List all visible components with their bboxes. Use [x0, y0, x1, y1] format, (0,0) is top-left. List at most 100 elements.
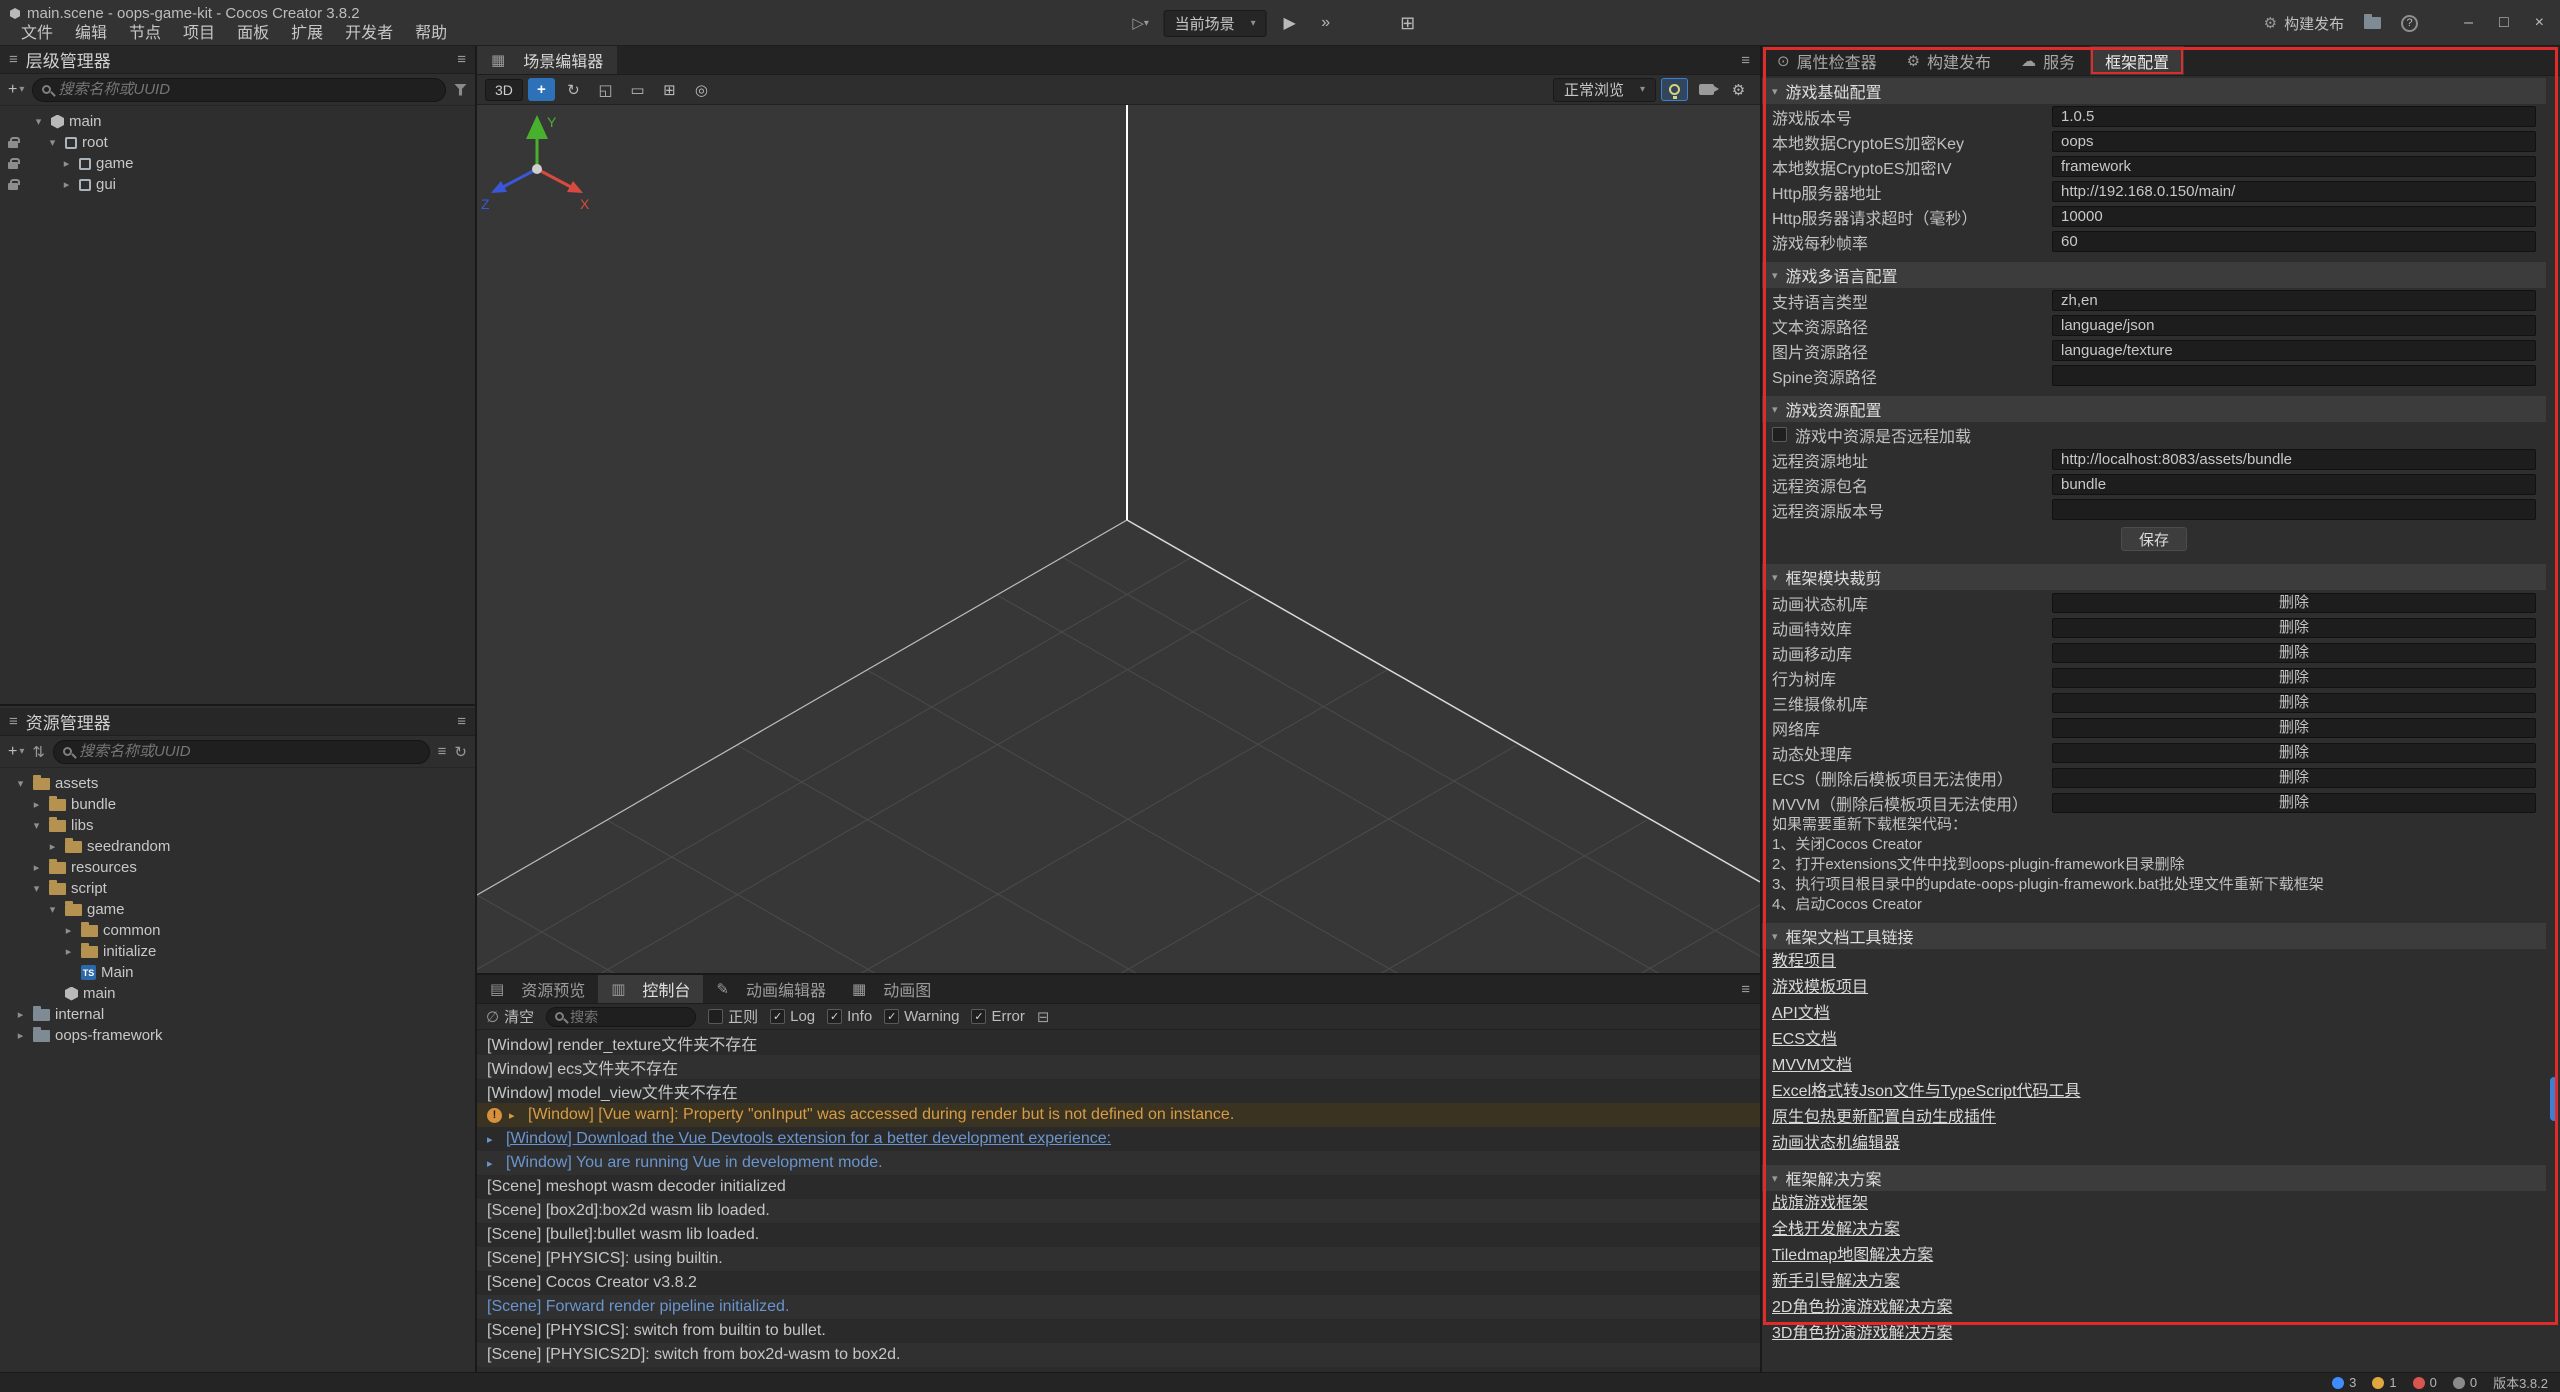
section-language[interactable]: ▾游戏多语言配置: [1762, 262, 2546, 288]
remote-load-checkbox[interactable]: [1772, 427, 1787, 442]
chevron-down-icon[interactable]: ▾: [45, 136, 60, 149]
scene-editor-tab[interactable]: ▦ 场景编辑器: [477, 46, 617, 74]
chevron-right-icon[interactable]: ▸: [13, 1008, 28, 1021]
log-row[interactable]: [Scene] [PHYSICS2D]: switch from box2d-w…: [477, 1343, 1760, 1367]
asset-node-resources[interactable]: ▸resources: [0, 857, 475, 878]
game-version-input[interactable]: [2052, 106, 2536, 127]
panel-options-icon[interactable]: ≡: [457, 51, 466, 68]
delete-anim-state-button[interactable]: 删除: [2052, 593, 2536, 613]
scene-camera-settings-button[interactable]: [1693, 78, 1720, 101]
link-ecs-docs[interactable]: ECS文档: [1772, 1027, 1837, 1053]
tab-property-inspector[interactable]: ⊙属性检查器: [1762, 46, 1892, 75]
asset-node-initialize[interactable]: ▸initialize: [0, 941, 475, 962]
asset-list-icon[interactable]: ≡: [438, 743, 447, 760]
chevron-down-icon[interactable]: ▾: [31, 115, 46, 128]
link-anim-state-editor[interactable]: 动画状态机编辑器: [1772, 1131, 1900, 1157]
hierarchy-node-gui[interactable]: ▸ gui: [0, 174, 475, 195]
collapse-logs-icon[interactable]: ⊟: [1037, 1008, 1050, 1026]
hierarchy-node-main[interactable]: ▾ main: [0, 111, 475, 132]
log-row[interactable]: [Scene] Cocos Creator v3.8.2: [477, 1271, 1760, 1295]
asset-node-oops-framework[interactable]: ▸oops-framework: [0, 1025, 475, 1046]
menu-panel[interactable]: 面板: [226, 24, 280, 43]
hierarchy-node-game[interactable]: ▸ game: [0, 153, 475, 174]
filter-log-checkbox[interactable]: ✓Log: [770, 1008, 815, 1025]
move-tool-button[interactable]: +: [528, 78, 555, 101]
anchor-tool-button[interactable]: ⊞: [656, 78, 683, 101]
link-mvvm-docs[interactable]: MVVM文档: [1772, 1053, 1852, 1079]
help-icon[interactable]: ?: [2401, 15, 2418, 32]
regex-checkbox[interactable]: 正则: [708, 1006, 758, 1027]
http-server-input[interactable]: [2052, 181, 2536, 202]
log-row-info[interactable]: [Scene] Forward render pipeline initiali…: [477, 1295, 1760, 1319]
link-hotupdate-plugin[interactable]: 原生包热更新配置自动生成插件: [1772, 1105, 1996, 1131]
preview-platform-button[interactable]: ▷ ▾: [1128, 10, 1154, 37]
save-button[interactable]: 保存: [2121, 527, 2187, 551]
tab-assets-preview[interactable]: ▤资源预览: [477, 975, 598, 1003]
hierarchy-search[interactable]: [32, 78, 446, 102]
language-texture-path-input[interactable]: [2052, 340, 2536, 361]
scale-tool-button[interactable]: ◱: [592, 78, 619, 101]
remote-url-input[interactable]: [2052, 449, 2536, 470]
layout-grid-button[interactable]: ⊞: [1395, 10, 1421, 37]
menu-node[interactable]: 节点: [118, 24, 172, 43]
menu-project[interactable]: 项目: [172, 24, 226, 43]
section-resource[interactable]: ▾游戏资源配置: [1762, 396, 2546, 422]
delete-camera3d-button[interactable]: 删除: [2052, 693, 2536, 713]
spine-path-input[interactable]: [2052, 365, 2536, 386]
asset-node-seedrandom[interactable]: ▸seedrandom: [0, 836, 475, 857]
filter-icon[interactable]: [454, 84, 467, 96]
tab-animation-editor[interactable]: ✎动画编辑器: [703, 975, 839, 1003]
log-row[interactable]: [Window] render_texture文件夹不存在: [477, 1031, 1760, 1055]
log-row[interactable]: [Scene] [bullet]:bullet wasm lib loaded.: [477, 1223, 1760, 1247]
scene-gizmo-settings-button[interactable]: ⚙: [1725, 78, 1752, 101]
clear-console-button[interactable]: ∅清空: [486, 1006, 534, 1027]
asset-node-assets[interactable]: ▾assets: [0, 773, 475, 794]
languages-input[interactable]: [2052, 290, 2536, 311]
menu-extension[interactable]: 扩展: [280, 24, 334, 43]
navigation-gizmo[interactable]: Y X Z: [477, 105, 597, 225]
remote-version-input[interactable]: [2052, 499, 2536, 520]
rotate-tool-button[interactable]: ↻: [560, 78, 587, 101]
expand-log-icon[interactable]: ▸: [509, 1109, 521, 1122]
link-2d-rpg-solution[interactable]: 2D角色扮演游戏解决方案: [1772, 1295, 1952, 1321]
panel-options-icon[interactable]: ≡: [457, 713, 466, 730]
warning-count-badge[interactable]: 1: [2372, 1375, 2396, 1390]
chevron-right-icon[interactable]: ▸: [29, 861, 44, 874]
maximize-button[interactable]: □: [2499, 14, 2509, 32]
info-count-badge[interactable]: 3: [2332, 1375, 2356, 1390]
remote-bundle-input[interactable]: [2052, 474, 2536, 495]
lock-icon[interactable]: [8, 183, 18, 190]
log-row[interactable]: [Window] model_view文件夹不存在: [477, 1079, 1760, 1103]
chevron-right-icon[interactable]: ▸: [29, 798, 44, 811]
play-button[interactable]: ▶: [1277, 10, 1303, 37]
menu-file[interactable]: 文件: [10, 24, 64, 43]
create-node-button[interactable]: + ▾: [8, 81, 24, 99]
step-button[interactable]: »: [1313, 10, 1339, 37]
tab-animation-graph[interactable]: ▦动画图: [839, 975, 944, 1003]
build-publish-button[interactable]: ⚙ 构建发布: [2264, 13, 2344, 34]
tab-service[interactable]: ☁服务: [2006, 46, 2090, 75]
error-count-badge[interactable]: 0: [2413, 1375, 2437, 1390]
chevron-right-icon[interactable]: ▸: [59, 178, 74, 191]
sort-assets-icon[interactable]: ⇅: [32, 743, 45, 761]
menu-developer[interactable]: 开发者: [334, 24, 404, 43]
log-row-info[interactable]: ▸[Window] You are running Vue in develop…: [477, 1151, 1760, 1175]
hierarchy-search-input[interactable]: [58, 81, 436, 98]
create-asset-button[interactable]: + ▾: [8, 743, 24, 761]
tab-framework-config[interactable]: 框架配置: [2090, 46, 2184, 75]
delete-dynamic-button[interactable]: 删除: [2052, 743, 2536, 763]
notification-badge[interactable]: 0: [2453, 1375, 2477, 1390]
scene-light-toggle-button[interactable]: [1661, 78, 1688, 101]
link-tiledmap-solution[interactable]: Tiledmap地图解决方案: [1772, 1243, 1933, 1269]
chevron-down-icon[interactable]: ▾: [29, 882, 44, 895]
crypto-iv-input[interactable]: [2052, 156, 2536, 177]
console-search[interactable]: [546, 1007, 696, 1027]
link-tutorial-project[interactable]: 教程项目: [1772, 949, 1836, 975]
delete-anim-move-button[interactable]: 删除: [2052, 643, 2536, 663]
log-row-warning[interactable]: !▸[Window] [Vue warn]: Property "onInput…: [477, 1103, 1760, 1127]
expand-log-icon[interactable]: ▸: [487, 1157, 499, 1170]
lock-icon[interactable]: [8, 141, 18, 148]
lock-icon[interactable]: [8, 162, 18, 169]
chevron-right-icon[interactable]: ▸: [13, 1029, 28, 1042]
delete-behavior-tree-button[interactable]: 删除: [2052, 668, 2536, 688]
